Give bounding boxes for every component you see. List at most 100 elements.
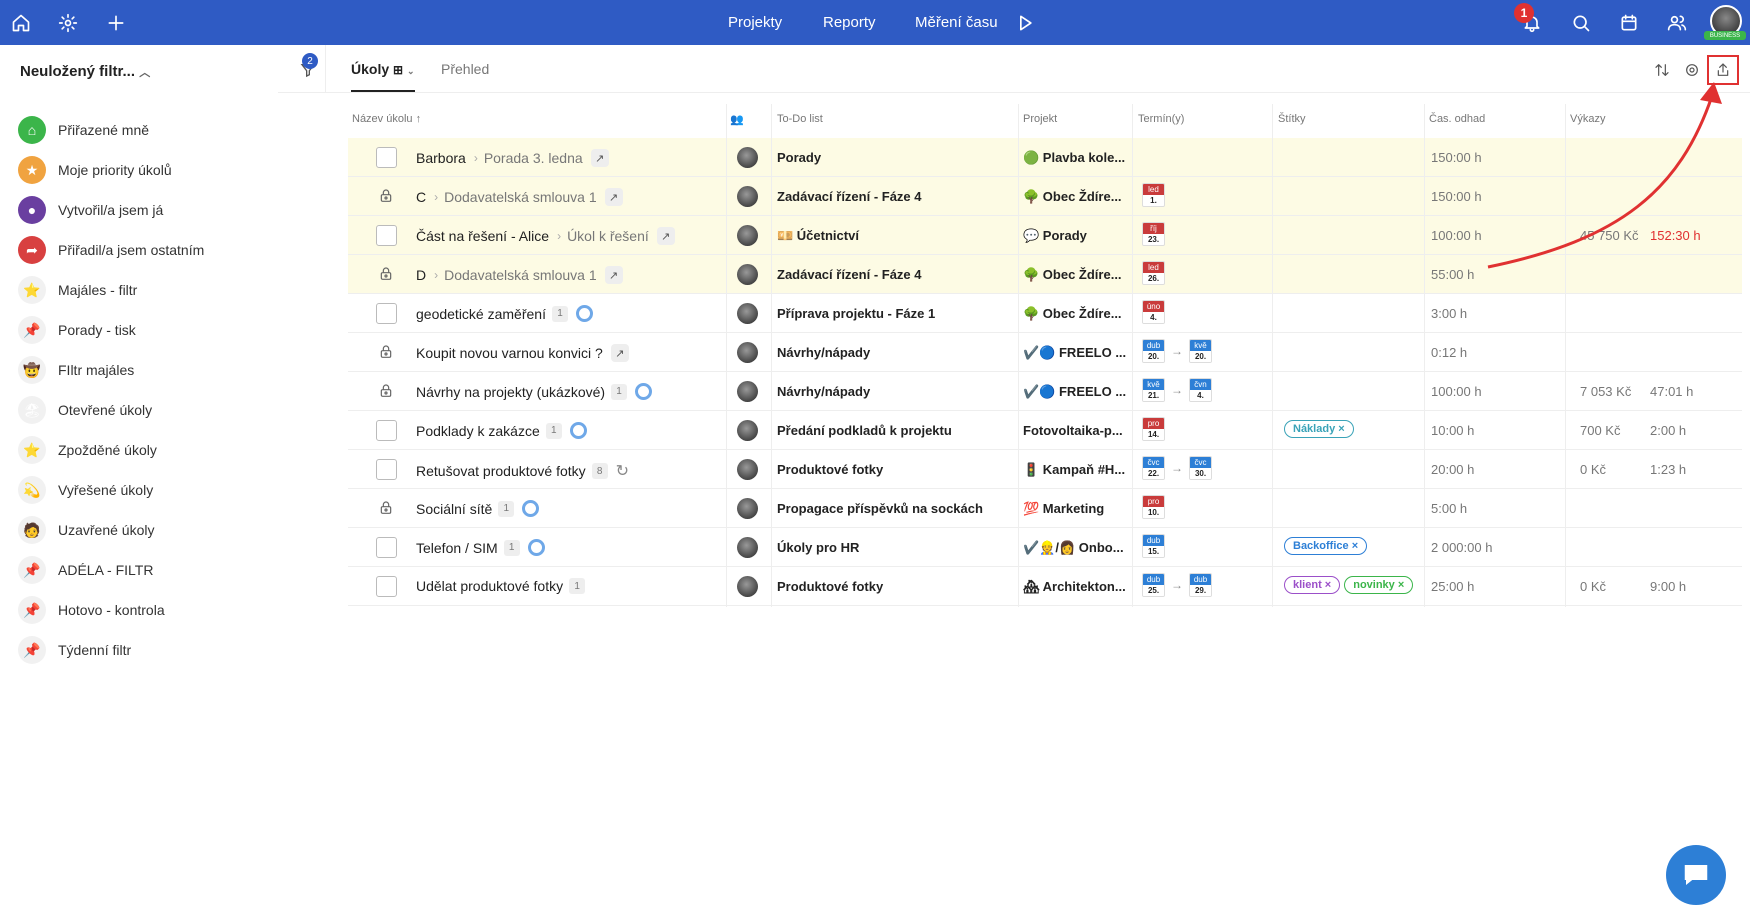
due-dates[interactable]: říj 23. <box>1142 222 1165 246</box>
col-estimate[interactable]: Čas. odhad <box>1429 113 1485 125</box>
assignee-avatar[interactable] <box>737 342 758 363</box>
table-row[interactable]: geodetické zaměření 1 Příprava projektu - … <box>348 294 1742 333</box>
sidebar-item[interactable]: ★ Moje priority úkolů <box>18 153 268 187</box>
task-name[interactable]: C › Dodavatelská smlouva 1 ↗ <box>416 188 623 206</box>
todo-list[interactable]: Propagace příspěvků na sockách <box>777 501 983 516</box>
due-dates[interactable]: pro 10. <box>1142 495 1165 519</box>
project-name[interactable]: Fotovoltaika-p... <box>1023 423 1128 438</box>
assignee-avatar[interactable] <box>737 537 758 558</box>
task-checkbox[interactable] <box>376 459 397 480</box>
filter-title[interactable]: Neuložený filtr... ︿ <box>20 63 150 80</box>
col-todo-list[interactable]: To-Do list <box>777 113 823 125</box>
tab-overview[interactable]: Přehled <box>441 61 489 77</box>
task-checkbox[interactable] <box>376 420 397 441</box>
due-dates[interactable]: úno 4. <box>1142 300 1165 324</box>
assignee-avatar[interactable] <box>737 420 758 441</box>
due-dates[interactable]: dub 25. → dub 29. <box>1142 573 1212 597</box>
table-row[interactable]: Návrhy na projekty (ukázkové) 1 Návrhy/náp… <box>348 372 1742 411</box>
project-name[interactable]: 💬 Porady <box>1023 228 1128 244</box>
col-project[interactable]: Projekt <box>1023 113 1057 125</box>
sidebar-item[interactable]: 🤠 FIltr majáles <box>18 353 268 387</box>
sidebar-item[interactable]: ⭐ Zpožděné úkoly <box>18 433 268 467</box>
project-name[interactable]: ✔️👷/👩 Onbo... <box>1023 540 1128 556</box>
home-icon[interactable] <box>9 11 33 35</box>
task-name[interactable]: Retušovat produktové fotky 8 ↻ <box>416 461 629 481</box>
project-name[interactable]: 🟢 Plavba kole... <box>1023 150 1128 166</box>
sidebar-item[interactable]: ⭐ Majáles - filtr <box>18 273 268 307</box>
sidebar-item[interactable]: 📌 Porady - tisk <box>18 313 268 347</box>
task-name[interactable]: Udělat produktové fotky 1 <box>416 578 586 594</box>
table-row[interactable]: Sociální sítě 1 Propagace příspěvků na soc… <box>348 489 1742 528</box>
settings-icon[interactable] <box>56 11 80 35</box>
open-link-icon[interactable]: ↗ <box>604 266 623 284</box>
tag-chip[interactable]: Náklady × <box>1284 420 1354 438</box>
todo-list[interactable]: Příprava projektu - Fáze 1 <box>777 306 935 321</box>
assignee-avatar[interactable] <box>737 147 758 168</box>
assignee-avatar[interactable] <box>737 186 758 207</box>
table-row[interactable]: Koupit novou varnou konvici ? ↗ Návrhy/náp… <box>348 333 1742 372</box>
parent-task[interactable]: Úkol k řešení <box>567 228 649 244</box>
todo-list[interactable]: Produktové fotky <box>777 579 883 594</box>
col-assignee-icon[interactable]: 👥 <box>730 113 744 126</box>
sidebar-item[interactable]: ⌂ Přiřazené mně <box>18 113 268 147</box>
task-name[interactable]: Telefon / SIM 1 <box>416 539 545 556</box>
due-dates[interactable]: dub 15. <box>1142 534 1165 558</box>
project-name[interactable]: ✔️🔵 FREELO ... <box>1023 345 1128 361</box>
due-dates[interactable]: led 26. <box>1142 261 1165 285</box>
sidebar-item[interactable]: ➦ Přiřadil/a jsem ostatním <box>18 233 268 267</box>
tag-chip[interactable]: novinky × <box>1344 576 1414 594</box>
add-icon[interactable] <box>104 11 128 35</box>
tag-chip[interactable]: klient × <box>1284 576 1341 594</box>
filter-toggle[interactable] <box>278 45 326 93</box>
table-row[interactable]: Udělat produktové fotky 1 Produktové fotky… <box>348 567 1742 606</box>
assignee-avatar[interactable] <box>737 303 758 324</box>
sidebar-item[interactable]: 📌 Týdenní filtr <box>18 633 268 667</box>
task-checkbox[interactable] <box>376 225 397 246</box>
nav-projects[interactable]: Projekty <box>728 14 782 31</box>
assignee-avatar[interactable] <box>737 225 758 246</box>
assignee-avatar[interactable] <box>737 264 758 285</box>
task-checkbox[interactable] <box>376 576 397 597</box>
search-icon[interactable] <box>1569 11 1593 35</box>
todo-list[interactable]: Zadávací řízení - Fáze 4 <box>777 189 922 204</box>
project-name[interactable]: ✔️🔵 FREELO ... <box>1023 384 1128 400</box>
project-name[interactable]: 🌳 Obec Ždíre... <box>1023 306 1128 322</box>
sort-icon[interactable] <box>1652 60 1672 80</box>
task-name[interactable]: Sociální sítě 1 <box>416 500 540 517</box>
todo-list[interactable]: Návrhy/nápady <box>777 384 870 399</box>
project-name[interactable]: 🌳 Obec Ždíre... <box>1023 189 1128 205</box>
todo-list[interactable]: Předání podkladů k projektu <box>777 423 952 438</box>
due-dates[interactable]: čvc 22. → čvc 30. <box>1142 456 1212 480</box>
todo-list[interactable]: 💴 Účetnictví <box>777 228 859 244</box>
todo-list[interactable]: Návrhy/nápady <box>777 345 870 360</box>
task-checkbox[interactable] <box>376 303 397 324</box>
task-checkbox[interactable] <box>376 537 397 558</box>
nav-reports[interactable]: Reporty <box>823 14 876 31</box>
table-row[interactable]: Barbora › Porada 3. ledna ↗ Porady 🟢 Plavba k… <box>348 138 1742 177</box>
todo-list[interactable]: Zadávací řízení - Fáze 4 <box>777 267 922 282</box>
parent-task[interactable]: Porada 3. ledna <box>484 150 583 166</box>
assignee-avatar[interactable] <box>737 381 758 402</box>
calendar-icon[interactable] <box>1617 11 1641 35</box>
chat-button[interactable] <box>1666 845 1726 905</box>
task-name[interactable]: D › Dodavatelská smlouva 1 ↗ <box>416 266 623 284</box>
assignee-avatar[interactable] <box>737 498 758 519</box>
table-row[interactable]: Telefon / SIM 1 Úkoly pro HR ✔️👷/👩 Onbo... d… <box>348 528 1742 567</box>
task-name[interactable]: geodetické zaměření 1 <box>416 305 593 322</box>
project-name[interactable]: 💯 Marketing <box>1023 501 1128 517</box>
col-due-dates[interactable]: Termín(y) <box>1138 113 1184 125</box>
task-name[interactable]: Část na řešení - Alice › Úkol k řešení ↗ <box>416 227 675 245</box>
due-dates[interactable]: dub 20. → kvě 20. <box>1142 339 1212 363</box>
task-name[interactable]: Barbora › Porada 3. ledna ↗ <box>416 149 609 167</box>
open-link-icon[interactable]: ↗ <box>656 227 675 245</box>
parent-task[interactable]: Dodavatelská smlouva 1 <box>444 189 597 205</box>
col-timesheets[interactable]: Výkazy <box>1570 113 1605 125</box>
sidebar-item[interactable]: ● Vytvořil/a jsem já <box>18 193 268 227</box>
sidebar-item[interactable]: 📌 ADÉLA - FILTR <box>18 553 268 587</box>
table-row[interactable]: C › Dodavatelská smlouva 1 ↗ Zadávací řízení… <box>348 177 1742 216</box>
project-name[interactable]: 🌳 Obec Ždíre... <box>1023 267 1128 283</box>
sidebar-item[interactable]: 💫 Vyřešené úkoly <box>18 473 268 507</box>
tag-chip[interactable]: Backoffice × <box>1284 537 1368 555</box>
parent-task[interactable]: Dodavatelská smlouva 1 <box>444 267 597 283</box>
users-icon[interactable] <box>1665 11 1689 35</box>
